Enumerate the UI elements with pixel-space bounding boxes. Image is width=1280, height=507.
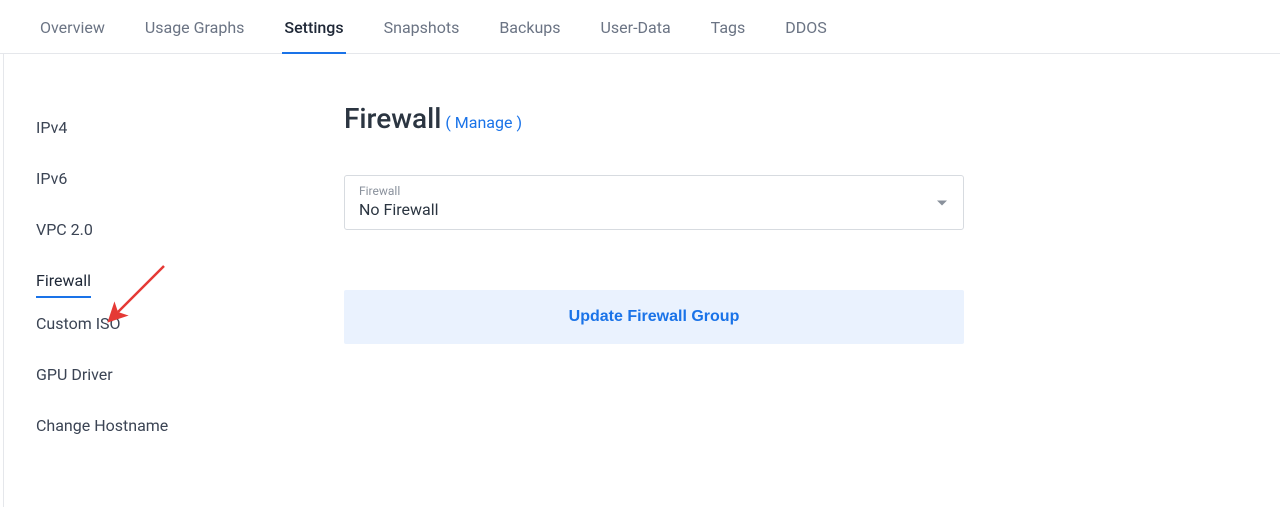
tab-backups[interactable]: Backups xyxy=(479,0,580,53)
tab-usage-graphs[interactable]: Usage Graphs xyxy=(125,0,265,53)
page-title: Firewall xyxy=(344,102,441,135)
update-firewall-group-button[interactable]: Update Firewall Group xyxy=(344,290,964,344)
chevron-down-icon xyxy=(937,200,947,205)
main-panel: Firewall ( Manage ) Firewall No Firewall… xyxy=(304,102,1280,507)
tab-user-data[interactable]: User-Data xyxy=(581,0,691,53)
manage-link[interactable]: ( Manage ) xyxy=(445,113,522,132)
firewall-select-value: No Firewall xyxy=(359,200,949,219)
sidebar-item-vpc[interactable]: VPC 2.0 xyxy=(36,204,93,255)
sidebar-item-change-hostname[interactable]: Change Hostname xyxy=(36,400,168,451)
settings-sidebar: IPv4 IPv6 VPC 2.0 Firewall Custom ISO GP… xyxy=(4,102,304,507)
tab-settings[interactable]: Settings xyxy=(264,0,363,53)
tab-ddos[interactable]: DDOS xyxy=(765,0,847,53)
sidebar-item-gpu-driver[interactable]: GPU Driver xyxy=(36,349,113,400)
tab-tags[interactable]: Tags xyxy=(691,0,766,53)
tab-overview[interactable]: Overview xyxy=(20,0,125,53)
tab-snapshots[interactable]: Snapshots xyxy=(364,0,480,53)
firewall-select-label: Firewall xyxy=(359,184,949,198)
sidebar-item-ipv4[interactable]: IPv4 xyxy=(36,102,67,153)
sidebar-item-ipv6[interactable]: IPv6 xyxy=(36,153,67,204)
firewall-select[interactable]: Firewall No Firewall xyxy=(344,175,964,230)
sidebar-item-firewall[interactable]: Firewall xyxy=(36,255,91,298)
top-tab-bar: Overview Usage Graphs Settings Snapshots… xyxy=(0,0,1280,54)
sidebar-item-custom-iso[interactable]: Custom ISO xyxy=(36,298,121,349)
